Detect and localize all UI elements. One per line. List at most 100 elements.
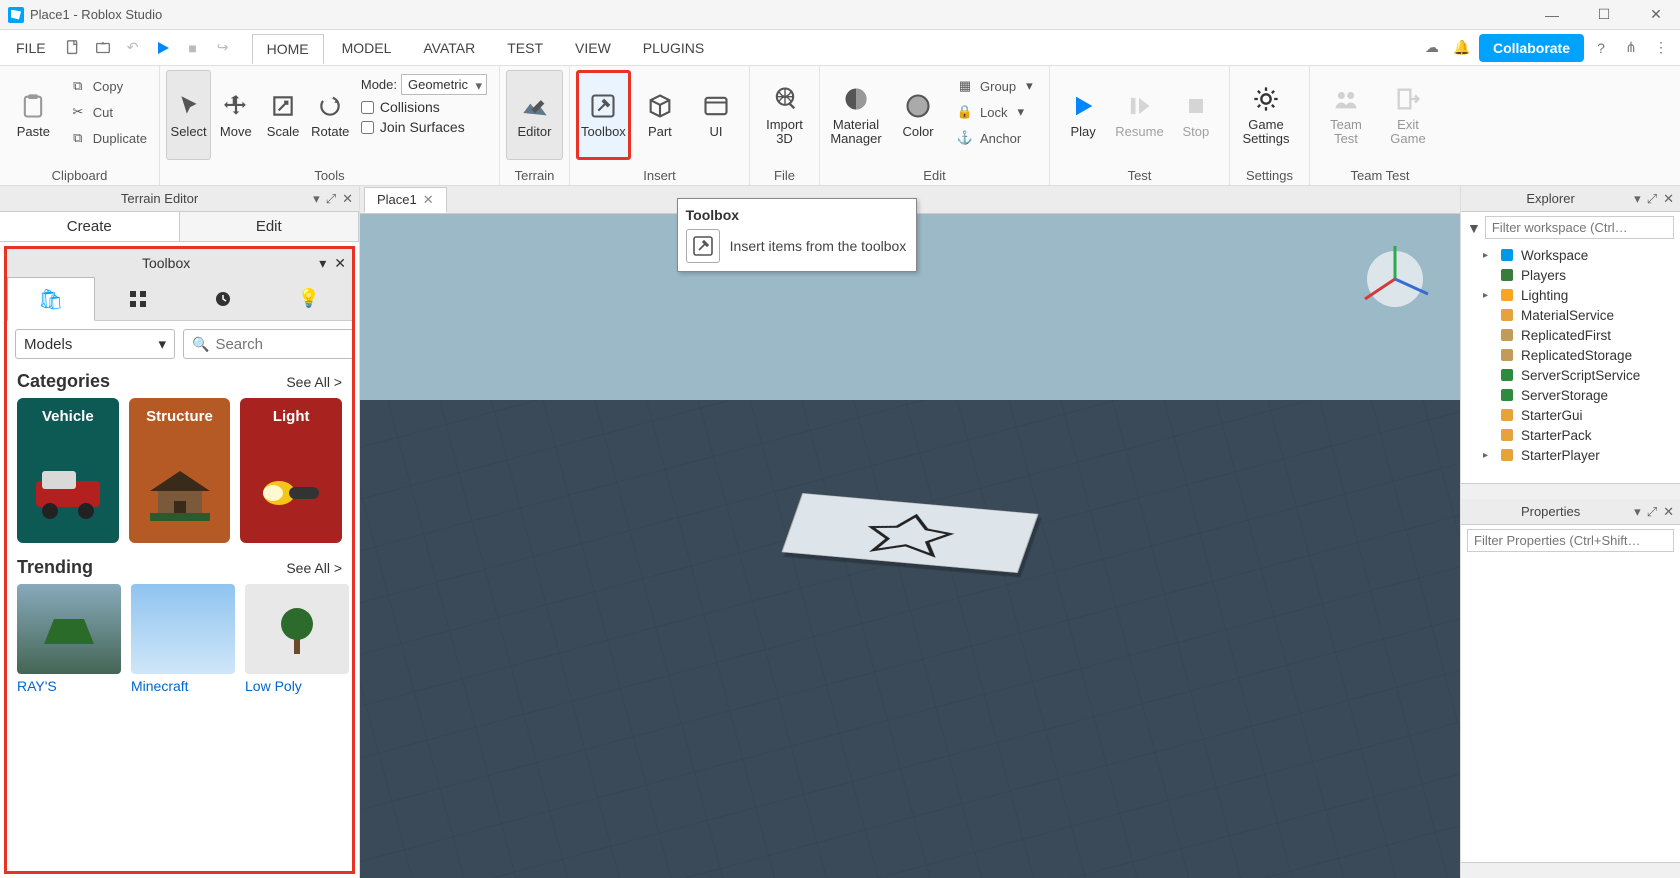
copy-button[interactable]: ⧉Copy bbox=[63, 74, 153, 98]
collisions-checkbox[interactable]: Collisions bbox=[361, 99, 487, 115]
join-surfaces-checkbox[interactable]: Join Surfaces bbox=[361, 119, 487, 135]
tree-item-serverstorage[interactable]: ServerStorage bbox=[1465, 385, 1676, 405]
material-manager-button[interactable]: Material Manager bbox=[826, 70, 886, 160]
tab-test[interactable]: TEST bbox=[493, 34, 557, 62]
duplicate-button[interactable]: ⧉Duplicate bbox=[63, 126, 153, 150]
terrain-edit-tab[interactable]: Edit bbox=[180, 212, 360, 241]
chevron-down-icon[interactable]: ▾ bbox=[313, 191, 320, 207]
toolbox-tab-inventory[interactable] bbox=[95, 277, 181, 321]
tree-item-serverscriptservice[interactable]: ServerScriptService bbox=[1465, 365, 1676, 385]
popout-icon[interactable]: ⤢ bbox=[1647, 191, 1657, 207]
tree-item-workspace[interactable]: ▸Workspace bbox=[1465, 245, 1676, 265]
more-icon[interactable]: ⋮ bbox=[1648, 35, 1674, 61]
toolbox-category-dropdown[interactable]: Models ▾ bbox=[15, 329, 175, 359]
window-maximize-button[interactable]: ☐ bbox=[1588, 3, 1620, 27]
expand-icon[interactable]: ▸ bbox=[1483, 290, 1493, 301]
tree-item-lighting[interactable]: ▸Lighting bbox=[1465, 285, 1676, 305]
collaborate-button[interactable]: Collaborate bbox=[1479, 34, 1584, 62]
category-card-light[interactable]: Light bbox=[240, 398, 342, 543]
close-icon[interactable]: ✕ bbox=[1663, 504, 1674, 520]
category-card-vehicle[interactable]: Vehicle bbox=[17, 398, 119, 543]
cloud-icon[interactable]: ☁ bbox=[1419, 35, 1445, 61]
window-close-button[interactable]: ✕ bbox=[1640, 3, 1672, 27]
trending-seeall-link[interactable]: See All > bbox=[286, 560, 342, 576]
trending-item-2[interactable]: Low Poly bbox=[245, 584, 349, 694]
menu-file[interactable]: FILE bbox=[6, 36, 56, 60]
toolbox-tab-recent[interactable] bbox=[181, 277, 267, 321]
mode-dropdown[interactable]: Geometric▾ bbox=[401, 74, 487, 95]
terrain-editor-button[interactable]: Editor bbox=[506, 70, 563, 160]
game-settings-button[interactable]: Game Settings bbox=[1236, 70, 1296, 160]
properties-hscroll[interactable] bbox=[1461, 862, 1680, 878]
anchor-button[interactable]: ⚓Anchor bbox=[950, 126, 1039, 150]
help-icon[interactable]: ? bbox=[1588, 35, 1614, 61]
categories-seeall-link[interactable]: See All > bbox=[286, 374, 342, 390]
expand-icon[interactable]: ▸ bbox=[1483, 250, 1493, 261]
close-icon[interactable]: ✕ bbox=[334, 255, 346, 272]
play-quick-icon[interactable] bbox=[150, 35, 176, 61]
explorer-tree[interactable]: ▸WorkspacePlayers▸LightingMaterialServic… bbox=[1461, 243, 1680, 483]
tab-model[interactable]: MODEL bbox=[328, 34, 406, 62]
expand-icon[interactable]: ▸ bbox=[1483, 450, 1493, 461]
tab-plugins[interactable]: PLUGINS bbox=[629, 34, 718, 62]
select-tool-button[interactable]: Select bbox=[166, 70, 211, 160]
close-icon[interactable]: ✕ bbox=[423, 192, 434, 208]
properties-filter-input[interactable] bbox=[1467, 529, 1674, 552]
share-icon[interactable]: ⋔ bbox=[1618, 35, 1644, 61]
filter-icon[interactable]: ▼ bbox=[1467, 220, 1481, 236]
tree-item-starterpack[interactable]: StarterPack bbox=[1465, 425, 1676, 445]
notification-bell-icon[interactable]: 🔔 bbox=[1449, 35, 1475, 61]
resume-button[interactable]: Resume bbox=[1112, 70, 1166, 160]
stop-button[interactable]: Stop bbox=[1169, 70, 1223, 160]
tree-item-materialservice[interactable]: MaterialService bbox=[1465, 305, 1676, 325]
view-gizmo[interactable] bbox=[1350, 234, 1440, 324]
play-button[interactable]: Play bbox=[1056, 70, 1110, 160]
lock-button[interactable]: 🔒Lock▾ bbox=[950, 100, 1039, 124]
terrain-create-tab[interactable]: Create bbox=[0, 212, 180, 241]
tree-item-startergui[interactable]: StarterGui bbox=[1465, 405, 1676, 425]
tree-item-replicatedfirst[interactable]: ReplicatedFirst bbox=[1465, 325, 1676, 345]
trending-item-1[interactable]: Minecraft bbox=[131, 584, 235, 694]
open-file-icon[interactable] bbox=[90, 35, 116, 61]
document-tab-place1[interactable]: Place1 ✕ bbox=[364, 187, 447, 213]
toolbox-button[interactable]: Toolbox bbox=[576, 70, 631, 160]
tree-item-starterplayer[interactable]: ▸StarterPlayer bbox=[1465, 445, 1676, 465]
trending-item-0[interactable]: RAY'S bbox=[17, 584, 121, 694]
chevron-down-icon[interactable]: ▾ bbox=[1634, 504, 1641, 520]
explorer-hscroll[interactable] bbox=[1461, 483, 1680, 499]
chevron-down-icon[interactable]: ▾ bbox=[319, 255, 326, 272]
close-icon[interactable]: ✕ bbox=[1663, 191, 1674, 207]
tab-view[interactable]: VIEW bbox=[561, 34, 625, 62]
scale-tool-button[interactable]: Scale bbox=[260, 70, 305, 160]
tab-home[interactable]: HOME bbox=[252, 34, 324, 64]
team-test-button[interactable]: Team Test bbox=[1316, 70, 1376, 160]
cut-button[interactable]: ✂Cut bbox=[63, 100, 153, 124]
window-minimize-button[interactable]: — bbox=[1536, 3, 1568, 27]
stop-quick-icon[interactable]: ■ bbox=[180, 35, 206, 61]
ui-button[interactable]: UI bbox=[689, 70, 743, 160]
tab-avatar[interactable]: AVATAR bbox=[409, 34, 489, 62]
chevron-down-icon[interactable]: ▾ bbox=[1634, 191, 1641, 207]
exit-game-button[interactable]: Exit Game bbox=[1378, 70, 1438, 160]
redo-icon[interactable]: ↪ bbox=[210, 35, 236, 61]
move-tool-button[interactable]: Move bbox=[213, 70, 258, 160]
paste-button[interactable]: Paste bbox=[6, 70, 61, 160]
undo-icon[interactable]: ↶ bbox=[120, 35, 146, 61]
popout-icon[interactable]: ⤢ bbox=[326, 191, 336, 207]
3d-viewport[interactable] bbox=[360, 214, 1460, 878]
tree-item-replicatedstorage[interactable]: ReplicatedStorage bbox=[1465, 345, 1676, 365]
explorer-filter-input[interactable] bbox=[1485, 216, 1674, 239]
category-card-structure[interactable]: Structure bbox=[129, 398, 231, 543]
toolbox-tab-marketplace[interactable]: 🛍 bbox=[7, 277, 95, 321]
close-icon[interactable]: ✕ bbox=[342, 191, 353, 207]
popout-icon[interactable]: ⤢ bbox=[1647, 504, 1657, 520]
part-button[interactable]: Part bbox=[633, 70, 687, 160]
toolbox-search-input[interactable]: 🔍 ▼ bbox=[183, 329, 355, 359]
group-button[interactable]: ▦Group▾ bbox=[950, 74, 1039, 98]
import-3d-button[interactable]: Import 3D bbox=[756, 70, 813, 160]
rotate-tool-button[interactable]: Rotate bbox=[308, 70, 353, 160]
tree-item-players[interactable]: Players bbox=[1465, 265, 1676, 285]
toolbox-tab-creations[interactable]: 💡 bbox=[266, 277, 352, 321]
color-button[interactable]: Color bbox=[888, 70, 948, 160]
new-file-icon[interactable] bbox=[60, 35, 86, 61]
